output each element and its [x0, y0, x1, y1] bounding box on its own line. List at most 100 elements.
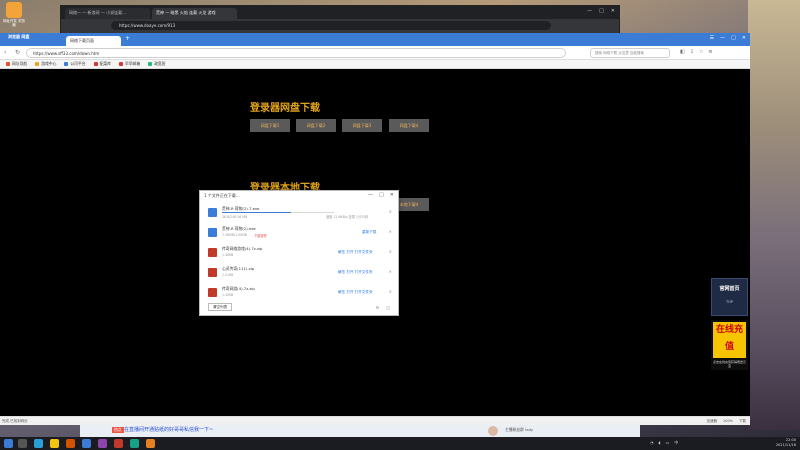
- download-item[interactable]: 荒神-R 荷物(2).7.exe 36.8/246.56 MB 速度 12.6K…: [206, 205, 394, 223]
- netdisk-download-button-2[interactable]: 网盘下载2: [296, 119, 336, 132]
- file-actions[interactable]: 解压 打开 打开文件夹: [338, 250, 373, 255]
- download-item[interactable]: 心灵传奇(111).zip 1.51KB 解压 打开 打开文件夹 ✕: [206, 265, 394, 283]
- close-icon[interactable]: ✕: [389, 209, 392, 214]
- download-item[interactable]: 荒神-R 荷物(2).exe 1.38MB/1.00MB 下载暂停 重新下载 ✕: [206, 225, 394, 243]
- download-icon[interactable]: ⇩: [690, 49, 694, 55]
- minimize-icon[interactable]: —: [720, 35, 725, 41]
- zoom-level[interactable]: 100%: [723, 419, 733, 424]
- ad-username: 主播粉丝群 lady: [505, 427, 534, 432]
- download-progress-bar: [222, 212, 334, 213]
- close-icon[interactable]: ✕: [611, 8, 615, 14]
- address-bar[interactable]: https://www.sff33.com/down.htm: [26, 48, 566, 58]
- tab-bar: 浏览器 网盘 网络下载页面 + ☰ — □ ✕: [0, 33, 750, 46]
- extension-icon[interactable]: ◧: [680, 49, 685, 55]
- clear-list-button[interactable]: 清空列表: [208, 303, 232, 311]
- browser-logo: 浏览器 网盘: [8, 34, 30, 39]
- wallpaper-art: [748, 0, 800, 430]
- download-status: 下载暂停: [254, 234, 267, 238]
- battery-icon[interactable]: ▭: [666, 440, 670, 446]
- game-icon[interactable]: [66, 439, 75, 448]
- search-icon[interactable]: [18, 439, 27, 448]
- desktop-icon-browser[interactable]: 网址开发 浏览器: [2, 2, 26, 32]
- search-input[interactable]: 搜索 网络下载 点这里 百度搜索: [590, 48, 670, 58]
- start-icon[interactable]: [4, 439, 13, 448]
- dialog-footer-icons: ⚙ ◫: [376, 305, 390, 310]
- status-bar: 完成 已找到网页 加速器 100% 下载: [0, 416, 750, 425]
- back-tab-1[interactable]: 网络一 — 新浪网 — 小说连载…: [65, 8, 150, 19]
- redownload-link[interactable]: 重新下载: [362, 230, 376, 235]
- close-icon[interactable]: ✕: [390, 192, 394, 198]
- download-speed: 速度 12.6KB/s 还需 1分25秒: [326, 215, 369, 219]
- recharge-label: 在线充值: [713, 322, 746, 358]
- browser-icon[interactable]: [82, 439, 91, 448]
- recharge-sub: 点击在线充值获得赠送元宝: [712, 360, 746, 368]
- settings-icon[interactable]: ⚙: [376, 305, 380, 310]
- top-label: TOP: [725, 300, 733, 304]
- window-controls: ☰ — □ ✕: [710, 35, 746, 41]
- wifi-icon[interactable]: ◔: [650, 440, 654, 446]
- bookmark-icon: [93, 62, 98, 66]
- app-icon[interactable]: [146, 439, 155, 448]
- folder-icon[interactable]: [50, 439, 59, 448]
- app-icon[interactable]: [98, 439, 107, 448]
- download-size: 1.46KB: [222, 253, 234, 257]
- edge-icon[interactable]: [34, 439, 43, 448]
- zip-file-icon: [208, 248, 217, 257]
- back-address-bar[interactable]: https://www.doaye.com/913: [111, 21, 551, 30]
- tab-download-page[interactable]: 网络下载页面: [66, 36, 121, 46]
- download-item[interactable]: 传奇网络游戏(4).7z.zip 1.46KB 解压 打开 打开文件夹 ✕: [206, 245, 394, 263]
- bookmark-item[interactable]: 政宽班: [148, 61, 166, 67]
- volume-icon[interactable]: ◖: [659, 440, 661, 446]
- netdisk-download-button-1[interactable]: 网盘下载1: [250, 119, 290, 132]
- bookmark-icon: [64, 62, 69, 66]
- menu-icon[interactable]: ≡: [708, 49, 712, 55]
- official-site-label: 官网首页: [719, 286, 740, 292]
- clock-date: 2021/11/16: [775, 443, 796, 447]
- app-icon[interactable]: [114, 439, 123, 448]
- bookmark-item[interactable]: 配菜库: [93, 61, 111, 67]
- close-icon[interactable]: ✕: [389, 229, 392, 234]
- bookmark-icon: [118, 62, 123, 66]
- accelerator-status[interactable]: 加速器: [706, 419, 717, 424]
- bookmark-icon: [148, 62, 153, 66]
- download-filename: 传奇网络游戏(4).7z.zip: [222, 246, 263, 251]
- minimize-icon[interactable]: —: [368, 192, 373, 198]
- official-site-float[interactable]: 官网首页 TOP: [711, 278, 748, 316]
- bookmark-item[interactable]: 早早邮箱: [118, 61, 140, 67]
- input-method-icon[interactable]: 中: [674, 440, 678, 446]
- app-icon[interactable]: [130, 439, 139, 448]
- minimize-icon[interactable]: —: [587, 8, 592, 14]
- back-tab-strip: 网络一 — 新浪网 — 小说连载… 荒神 — 暗黑 火焰 连载 火龙 游戏: [61, 6, 619, 19]
- close-icon[interactable]: ✕: [389, 249, 392, 254]
- bookmark-item[interactable]: 网址导航: [6, 61, 27, 67]
- netdisk-download-button-4[interactable]: 网盘下载4: [389, 119, 429, 132]
- status-right-items: 加速器 100% 下载: [706, 419, 746, 424]
- netdisk-download-button-3[interactable]: 网盘下载3: [342, 119, 382, 132]
- refresh-icon[interactable]: ↻: [15, 49, 20, 56]
- recharge-float[interactable]: 在线充值 点击在线充值获得赠送元宝: [711, 320, 748, 370]
- system-clock[interactable]: 22:00 2021/11/16: [776, 438, 796, 448]
- background-browser-window[interactable]: 网络一 — 新浪网 — 小说连载… 荒神 — 暗黑 火焰 连载 火龙 游戏 ht…: [60, 5, 620, 35]
- folder-icon[interactable]: ◫: [386, 305, 390, 310]
- menu-icon[interactable]: ☰: [710, 35, 714, 41]
- close-icon[interactable]: ✕: [389, 289, 392, 294]
- ad-banner[interactable]: 热点 在直播间开通贴纸的好哥哥私信我一下~ 主播粉丝群 lady: [80, 425, 640, 437]
- download-status[interactable]: 下载: [739, 419, 746, 424]
- new-tab-button[interactable]: +: [125, 35, 130, 42]
- star-icon[interactable]: ☆: [699, 49, 703, 55]
- file-actions[interactable]: 解压 打开 打开文件夹: [338, 290, 373, 295]
- file-actions[interactable]: 解压 打开 打开文件夹: [338, 270, 373, 275]
- bookmark-item[interactable]: 公司平台: [64, 61, 86, 67]
- maximize-icon[interactable]: □: [379, 192, 384, 198]
- back-tab-2[interactable]: 荒神 — 暗黑 火焰 连载 火龙 游戏: [152, 8, 237, 19]
- download-manager-dialog: 1 个文件正在下载… — □ ✕ 荒神-R 荷物(2).7.exe 36.8/2…: [199, 190, 399, 316]
- download-item[interactable]: 传奇网游(4).7z.zip 1.40KB 解压 打开 打开文件夹 ✕: [206, 285, 394, 303]
- system-tray: ◔ ◖ ▭ 中: [650, 440, 678, 446]
- close-icon[interactable]: ✕: [389, 269, 392, 274]
- maximize-icon[interactable]: □: [599, 8, 604, 14]
- close-icon[interactable]: ✕: [742, 35, 746, 41]
- maximize-icon[interactable]: □: [731, 35, 736, 41]
- bookmark-item[interactable]: 游戏中心: [35, 61, 56, 67]
- back-arrow-icon[interactable]: ‹: [4, 49, 6, 56]
- ad-text[interactable]: 在直播间开通贴纸的好哥哥私信我一下~: [124, 426, 213, 433]
